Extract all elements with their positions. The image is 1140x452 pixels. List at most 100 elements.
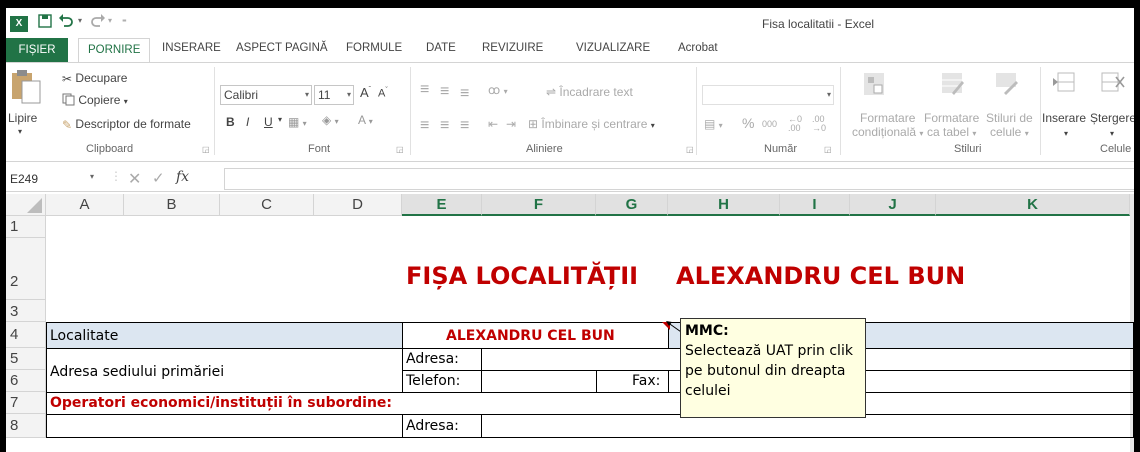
grow-font-icon[interactable]: Aˆ xyxy=(360,85,371,100)
increase-indent-icon[interactable]: ⇥ xyxy=(506,117,516,131)
format-as-table-icon[interactable] xyxy=(940,71,966,100)
delete-cells-icon[interactable] xyxy=(1100,69,1126,98)
column-header-a[interactable]: A xyxy=(46,194,124,216)
comma-style-button[interactable]: 000 xyxy=(762,119,777,129)
shrink-font-icon[interactable]: Aˇ xyxy=(378,87,388,100)
cut-button[interactable]: ✂ Decupare xyxy=(62,71,127,86)
tab-page-layout[interactable]: ASPECT PAGINĂ xyxy=(236,42,328,54)
cells-group-label: Celule xyxy=(1100,143,1132,155)
wrap-text-button[interactable]: ⇌ Încadrare text xyxy=(546,85,633,99)
cell-styles-button[interactable]: Stiluri de celule ▾ xyxy=(986,111,1033,141)
underline-icon[interactable]: U xyxy=(264,115,273,129)
delete-cells-button[interactable]: Ștergere xyxy=(1090,111,1134,125)
font-launcher-icon[interactable]: ◲ xyxy=(396,145,404,154)
column-header-b[interactable]: B xyxy=(124,194,220,216)
insert-function-icon[interactable]: fx xyxy=(176,169,189,185)
ribbon-tabs: FIȘIER PORNIRE INSERARE ASPECT PAGINĂ FO… xyxy=(6,38,1134,63)
italic-icon[interactable]: I xyxy=(246,115,249,129)
undo-icon[interactable] xyxy=(58,12,74,31)
column-header-d[interactable]: D xyxy=(314,194,402,216)
paste-button[interactable]: Lipire xyxy=(8,111,37,125)
tab-file[interactable]: FIȘIER xyxy=(6,38,68,62)
number-format-select[interactable]: ▾ xyxy=(702,85,834,105)
comment-author: MMC: xyxy=(685,323,729,339)
operator-name-cell[interactable] xyxy=(46,414,403,438)
format-as-table-button[interactable]: Formatare ca tabel ▾ xyxy=(924,111,979,141)
decrease-indent-icon[interactable]: ⇤ xyxy=(488,117,498,131)
alignment-launcher-icon[interactable]: ◲ xyxy=(686,145,694,154)
align-left-icon[interactable]: ≡ xyxy=(420,117,429,135)
redo-icon[interactable] xyxy=(90,12,106,31)
excel-window: X ▾ ▾ ₌ Fisa localitatii - Excel FIȘIER … xyxy=(6,8,1134,452)
sheet-title[interactable]: FIȘA LOCALITĂȚII xyxy=(406,262,638,290)
row-header-7[interactable]: 7 xyxy=(6,392,46,414)
row-header-4[interactable]: 4 xyxy=(6,322,46,348)
align-right-icon[interactable]: ≡ xyxy=(460,117,469,135)
column-header-c[interactable]: C xyxy=(220,194,314,216)
insert-dropdown-icon[interactable]: ▾ xyxy=(1064,129,1068,138)
name-box-dropdown-icon[interactable]: ▾ xyxy=(90,172,94,181)
tab-formulas[interactable]: FORMULE xyxy=(346,42,402,54)
increase-decimal-icon[interactable]: ←0.00 xyxy=(788,115,802,133)
tab-view[interactable]: VIZUALIZARE xyxy=(576,42,650,54)
row-header-8[interactable]: 8 xyxy=(6,414,46,438)
accounting-format-icon[interactable]: ▤ ▾ xyxy=(704,117,723,131)
cell-styles-icon[interactable] xyxy=(994,71,1020,100)
insert-cells-button[interactable]: Inserare xyxy=(1042,111,1086,125)
column-header-h[interactable]: H xyxy=(668,194,780,216)
conditional-formatting-button[interactable]: Formatare condițională ▾ xyxy=(852,111,923,141)
paste-dropdown-icon[interactable]: ▾ xyxy=(18,127,22,136)
row-header-5[interactable]: 5 xyxy=(6,348,46,370)
telefon-value-cell[interactable] xyxy=(481,370,597,393)
row-header-3[interactable]: 3 xyxy=(6,300,46,322)
customize-toolbar-icon[interactable]: ₌ xyxy=(122,14,127,25)
bold-icon[interactable]: B xyxy=(226,115,235,129)
delete-dropdown-icon[interactable]: ▾ xyxy=(1110,129,1114,138)
column-header-g[interactable]: G xyxy=(596,194,668,216)
column-header-f[interactable]: F xyxy=(482,194,596,216)
select-all-corner[interactable] xyxy=(6,194,46,216)
format-painter-button[interactable]: ✎ Descriptor de formate xyxy=(62,117,191,132)
cell-comment[interactable]: MMC: Selectează UAT prin clik pe butonul… xyxy=(680,318,866,418)
insert-cells-icon[interactable] xyxy=(1052,69,1078,98)
paste-icon[interactable] xyxy=(10,67,42,108)
undo-dropdown-icon[interactable]: ▾ xyxy=(78,16,82,25)
formula-input[interactable] xyxy=(224,168,1134,190)
clipboard-launcher-icon[interactable]: ◲ xyxy=(202,145,210,154)
column-header-j[interactable]: J xyxy=(850,194,936,216)
borders-icon[interactable]: ▦ ▾ xyxy=(288,115,307,129)
cancel-icon[interactable]: ✕ xyxy=(128,169,141,189)
row-header-6[interactable]: 6 xyxy=(6,370,46,392)
align-bottom-icon[interactable]: ≡ xyxy=(460,85,469,103)
percent-button[interactable]: % xyxy=(742,115,754,131)
tab-insert[interactable]: INSERARE xyxy=(162,42,221,54)
tab-review[interactable]: REVIZUIRE xyxy=(482,42,543,54)
sheet-title-locality[interactable]: ALEXANDRU CEL BUN xyxy=(676,262,965,290)
column-header-k[interactable]: K xyxy=(936,194,1130,216)
tab-home[interactable]: PORNIRE xyxy=(78,38,151,63)
font-size-select[interactable]: 11 ▾ xyxy=(314,85,354,105)
enter-check-icon[interactable]: ✓ xyxy=(152,169,165,187)
copy-button[interactable]: Copiere ▾ xyxy=(62,93,128,109)
decrease-decimal-icon[interactable]: .00 →0 xyxy=(812,115,826,133)
font-name-select[interactable]: Calibri ▾ xyxy=(220,85,312,105)
column-header-i[interactable]: I xyxy=(780,194,850,216)
row-header-1[interactable]: 1 xyxy=(6,216,46,238)
font-color-icon[interactable]: A ▾ xyxy=(358,113,373,127)
save-icon[interactable] xyxy=(38,14,52,31)
name-box[interactable]: E249 xyxy=(8,169,100,189)
tab-acrobat[interactable]: Acrobat xyxy=(678,42,718,54)
align-middle-icon[interactable]: ≡ xyxy=(440,83,449,101)
merge-center-button[interactable]: ⊞ Îmbinare și centrare ▾ xyxy=(528,117,655,131)
column-header-e[interactable]: E xyxy=(402,194,482,216)
tab-data[interactable]: DATE xyxy=(426,42,456,54)
orientation-icon[interactable]: ꝏ ▾ xyxy=(488,83,508,97)
conditional-formatting-icon[interactable] xyxy=(862,71,888,100)
number-launcher-icon[interactable]: ◲ xyxy=(824,145,832,154)
align-center-icon[interactable]: ≡ xyxy=(440,117,449,135)
row-header-2[interactable]: 2 xyxy=(6,238,46,300)
fill-color-icon[interactable]: ◈ ▾ xyxy=(322,113,339,127)
align-top-icon[interactable]: ≡ xyxy=(420,81,429,99)
underline-dropdown-icon[interactable]: ▾ xyxy=(278,115,282,124)
redo-dropdown-icon[interactable]: ▾ xyxy=(108,16,112,25)
